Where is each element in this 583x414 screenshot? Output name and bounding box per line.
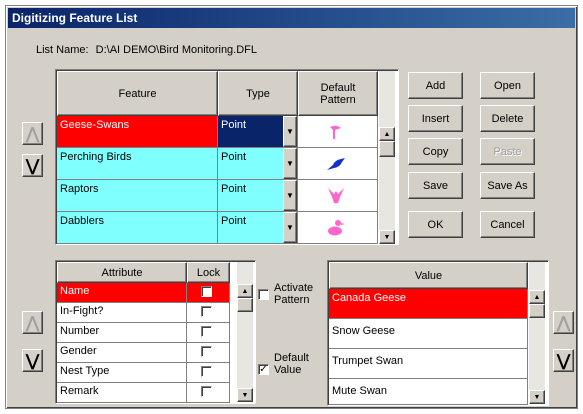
lock-checkbox[interactable] [201,326,212,337]
lock-cell[interactable] [187,303,230,323]
scroll-thumb[interactable] [237,298,253,312]
pattern-column-header[interactable]: Default Pattern [298,71,378,116]
copy-button[interactable]: Copy [408,138,463,165]
lock-checkbox[interactable] [201,346,212,357]
type-cell[interactable]: Point ▼ [218,116,298,148]
value-column-header[interactable]: Value [329,262,528,289]
feature-cell[interactable]: Dabblers [57,212,218,244]
scroll-up-button[interactable]: ▲ [529,290,545,304]
type-dropdown-button[interactable]: ▼ [283,212,297,243]
feature-cell[interactable]: Perching Birds [57,148,218,180]
digitizing-feature-list-dialog: Digitizing Feature List List Name: D:\AI… [5,5,578,409]
duck-pattern-icon [328,220,345,236]
ok-button[interactable]: OK [408,211,463,238]
move-feature-up-button[interactable]: ⋀ [22,122,43,145]
move-attribute-down-button[interactable]: ⋁ [22,349,43,372]
lock-checkbox[interactable] [201,286,212,297]
list-name-row: List Name: D:\AI DEMO\Bird Monitoring.DF… [36,44,261,56]
move-value-up-button[interactable]: ⋀ [553,311,574,334]
lock-cell[interactable] [187,343,230,363]
lock-checkbox[interactable] [201,386,212,397]
list-name-label: List Name: [36,44,89,56]
type-cell[interactable]: Point ▼ [218,148,298,180]
type-value: Point [221,215,247,227]
attribute-cell[interactable]: Name [57,283,187,303]
default-value-checkbox[interactable]: ✓ [258,364,269,375]
goose-pattern-icon [330,125,341,139]
save-as-button[interactable]: Save As [480,172,535,199]
scroll-thumb[interactable] [379,141,395,157]
type-dropdown-button[interactable]: ▼ [283,148,297,179]
value-cell[interactable]: Canada Geese [329,289,528,319]
scroll-down-button[interactable]: ▼ [529,390,545,404]
lock-cell[interactable] [187,323,230,343]
type-dropdown-button[interactable]: ▼ [283,116,297,147]
feature-table-scrollbar[interactable]: ▲ ▼ [379,71,395,244]
scroll-up-button[interactable]: ▲ [237,284,253,298]
lock-cell[interactable] [187,383,230,403]
raptor-pattern-icon [328,188,344,203]
delete-button[interactable]: Delete [480,105,535,132]
type-dropdown-button[interactable]: ▼ [283,180,297,211]
list-name-value: D:\AI DEMO\Bird Monitoring.DFL [95,44,258,56]
attribute-table-scrollbar[interactable]: ▲ ▼ [237,262,253,402]
pattern-cell[interactable] [298,116,378,148]
value-table-scrollbar[interactable]: ▲ ▼ [529,262,545,404]
feature-cell[interactable]: Raptors [57,180,218,212]
title-bar: Digitizing Feature List [8,8,575,28]
type-value: Point [221,151,247,163]
paste-button[interactable]: Paste [480,138,535,165]
attribute-cell[interactable]: Number [57,323,187,343]
lock-checkbox[interactable] [201,306,212,317]
cancel-button[interactable]: Cancel [480,211,535,238]
lock-cell[interactable] [187,363,230,383]
move-attribute-up-button[interactable]: ⋀ [22,311,43,334]
default-value-label: Default Value [274,352,309,376]
add-button[interactable]: Add [408,72,463,99]
attribute-cell[interactable]: In-Fight? [57,303,187,323]
activate-pattern-checkbox[interactable] [258,289,269,300]
pattern-cell[interactable] [298,180,378,212]
type-column-header[interactable]: Type [218,71,298,116]
scroll-down-button[interactable]: ▼ [237,388,253,402]
move-value-down-button[interactable]: ⋁ [553,349,574,372]
activate-pattern-label: Activate Pattern [274,282,314,306]
pattern-cell[interactable] [298,148,378,180]
lock-checkbox[interactable] [201,366,212,377]
save-button[interactable]: Save [408,172,463,199]
attribute-column-header[interactable]: Attribute [57,262,187,283]
attribute-cell[interactable]: Remark [57,383,187,403]
attribute-cell[interactable]: Gender [57,343,187,363]
songbird-pattern-icon [327,158,345,170]
value-table: Value Canada Geese Snow Geese Trumpet Sw… [327,260,549,406]
feature-column-header[interactable]: Feature [57,71,218,116]
lock-column-header[interactable]: Lock [187,262,230,283]
lock-cell[interactable] [187,283,230,303]
type-value: Point [221,119,247,131]
type-cell[interactable]: Point ▼ [218,212,298,244]
feature-table: Feature Type Default Pattern Geese-Swans… [55,69,399,245]
scroll-down-button[interactable]: ▼ [379,230,395,244]
pattern-cell[interactable] [298,212,378,244]
scroll-thumb[interactable] [529,304,545,318]
open-button[interactable]: Open [480,72,535,99]
insert-button[interactable]: Insert [408,105,463,132]
move-feature-down-button[interactable]: ⋁ [22,154,43,177]
value-cell[interactable]: Snow Geese [329,319,528,349]
type-cell[interactable]: Point ▼ [218,180,298,212]
attribute-table: Attribute Lock Name In-Fight? Number Gen… [55,260,256,404]
value-cell[interactable]: Mute Swan [329,379,528,405]
value-cell[interactable]: Trumpet Swan [329,349,528,379]
feature-cell[interactable]: Geese-Swans [57,116,218,148]
scroll-up-button[interactable]: ▲ [379,127,395,141]
type-value: Point [221,183,247,195]
attribute-cell[interactable]: Nest Type [57,363,187,383]
